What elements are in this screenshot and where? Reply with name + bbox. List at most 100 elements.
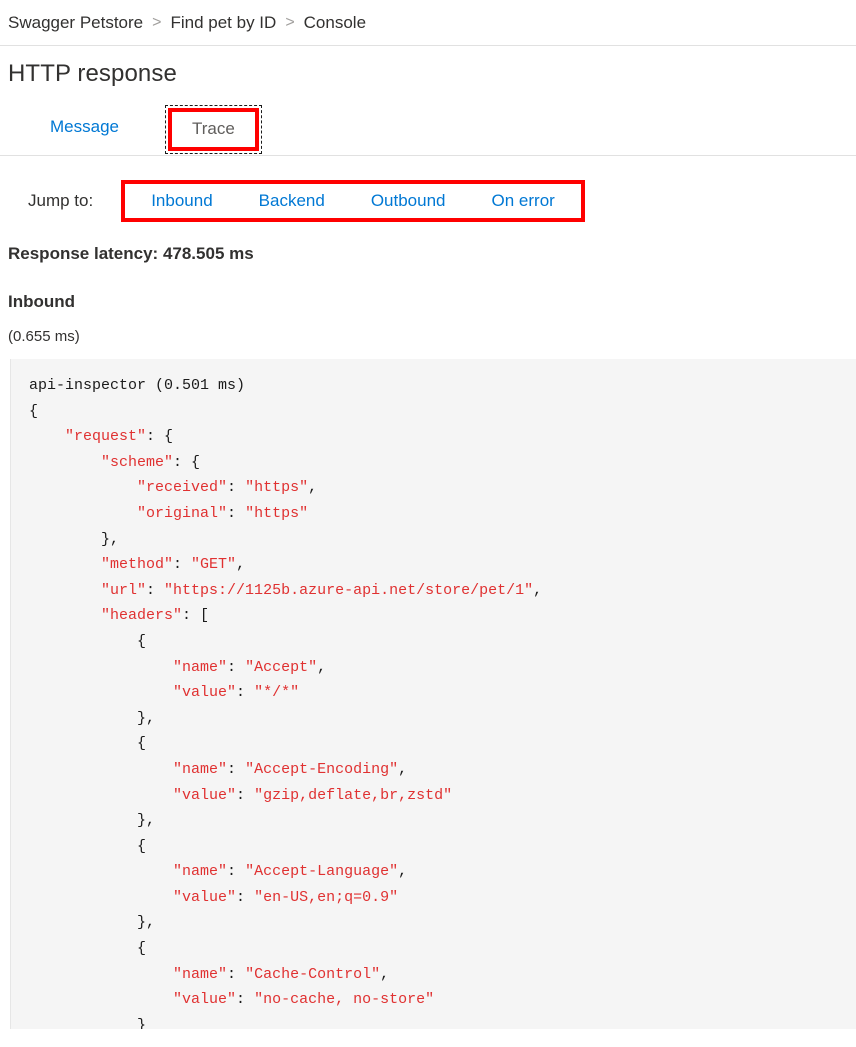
jump-to-label: Jump to: bbox=[28, 191, 93, 211]
http-response-page: Swagger Petstore > Find pet by ID > Cons… bbox=[0, 0, 856, 1047]
code-line: "url": "https://1125b.azure-api.net/stor… bbox=[29, 578, 856, 604]
section-title-inbound: Inbound bbox=[0, 292, 856, 312]
code-line: "received": "https", bbox=[29, 475, 856, 501]
code-line: { bbox=[29, 629, 856, 655]
code-token: }, bbox=[29, 812, 155, 829]
jump-to-row: Jump to: Inbound Backend Outbound On err… bbox=[0, 180, 856, 222]
code-token: , bbox=[317, 659, 326, 676]
code-token bbox=[29, 454, 101, 471]
code-token: "value" bbox=[173, 889, 236, 906]
code-token: : bbox=[236, 787, 254, 804]
code-token: { bbox=[29, 940, 146, 957]
code-token: { bbox=[29, 403, 38, 420]
code-token: "headers" bbox=[101, 607, 182, 624]
trace-code-block[interactable]: api-inspector (0.501 ms) { "request": { "… bbox=[10, 359, 856, 1029]
jump-link-backend[interactable]: Backend bbox=[243, 191, 341, 211]
code-token: : bbox=[146, 582, 164, 599]
response-tablist: Message Trace bbox=[0, 106, 856, 156]
code-token bbox=[29, 863, 173, 880]
code-token: , bbox=[533, 582, 542, 599]
code-line: "name": "Accept-Encoding", bbox=[29, 757, 856, 783]
code-token: "en-US,en;q=0.9" bbox=[254, 889, 398, 906]
code-token: "*/*" bbox=[254, 684, 299, 701]
code-line: "scheme": { bbox=[29, 450, 856, 476]
response-latency: Response latency: 478.505 ms bbox=[0, 244, 856, 264]
code-line: "value": "no-cache, no-store" bbox=[29, 987, 856, 1013]
code-line: "value": "en-US,en;q=0.9" bbox=[29, 885, 856, 911]
code-token: "name" bbox=[173, 863, 227, 880]
jump-to-links-highlight: Inbound Backend Outbound On error bbox=[121, 180, 585, 222]
page-title: HTTP response bbox=[0, 46, 856, 88]
code-token: } bbox=[29, 1017, 146, 1029]
code-token: : bbox=[173, 556, 191, 573]
code-token: "received" bbox=[137, 479, 227, 496]
code-token: "Accept" bbox=[245, 659, 317, 676]
code-token bbox=[29, 607, 101, 624]
code-token: : { bbox=[146, 428, 173, 445]
code-token: : [ bbox=[182, 607, 209, 624]
code-token: : { bbox=[173, 454, 200, 471]
breadcrumb-item-swagger-petstore[interactable]: Swagger Petstore bbox=[8, 13, 143, 33]
code-token: }, bbox=[29, 531, 119, 548]
code-token bbox=[29, 505, 137, 522]
code-token: "https" bbox=[245, 479, 308, 496]
code-line: "method": "GET", bbox=[29, 552, 856, 578]
code-token bbox=[29, 556, 101, 573]
code-token bbox=[29, 428, 65, 445]
code-token: : bbox=[236, 991, 254, 1008]
code-token: : bbox=[227, 761, 245, 778]
jump-link-inbound[interactable]: Inbound bbox=[135, 191, 228, 211]
code-token bbox=[29, 966, 173, 983]
code-line: "request": { bbox=[29, 424, 856, 450]
code-token: "value" bbox=[173, 684, 236, 701]
code-token bbox=[29, 479, 137, 496]
breadcrumb-item-console[interactable]: Console bbox=[304, 13, 366, 33]
code-token: api-inspector (0.501 ms) bbox=[29, 377, 245, 394]
code-token: "GET" bbox=[191, 556, 236, 573]
code-token: , bbox=[236, 556, 245, 573]
code-token: "Cache-Control" bbox=[245, 966, 380, 983]
jump-link-outbound[interactable]: Outbound bbox=[355, 191, 462, 211]
code-token: { bbox=[29, 838, 146, 855]
code-token: , bbox=[398, 761, 407, 778]
code-token: "value" bbox=[173, 787, 236, 804]
code-token: "url" bbox=[101, 582, 146, 599]
code-token: : bbox=[227, 863, 245, 880]
code-token: , bbox=[380, 966, 389, 983]
code-line: "value": "gzip,deflate,br,zstd" bbox=[29, 783, 856, 809]
code-line: { bbox=[29, 399, 856, 425]
tab-trace[interactable]: Trace bbox=[166, 106, 261, 153]
jump-link-on-error[interactable]: On error bbox=[476, 191, 571, 211]
code-token: : bbox=[227, 966, 245, 983]
section-duration-inbound: (0.655 ms) bbox=[0, 328, 856, 345]
code-line: }, bbox=[29, 910, 856, 936]
code-token: : bbox=[236, 684, 254, 701]
code-token: { bbox=[29, 633, 146, 650]
code-token: "https://1125b.azure-api.net/store/pet/1… bbox=[164, 582, 533, 599]
code-line: "name": "Accept-Language", bbox=[29, 859, 856, 885]
code-token: : bbox=[227, 479, 245, 496]
code-line: }, bbox=[29, 808, 856, 834]
breadcrumb: Swagger Petstore > Find pet by ID > Cons… bbox=[0, 0, 856, 46]
breadcrumb-item-find-pet-by-id[interactable]: Find pet by ID bbox=[170, 13, 276, 33]
code-token: "name" bbox=[173, 659, 227, 676]
code-token: : bbox=[236, 889, 254, 906]
code-line: api-inspector (0.501 ms) bbox=[29, 373, 856, 399]
code-token: , bbox=[308, 479, 317, 496]
tab-message[interactable]: Message bbox=[28, 106, 141, 148]
code-token: "value" bbox=[173, 991, 236, 1008]
code-line: } bbox=[29, 1013, 856, 1029]
code-line: "value": "*/*" bbox=[29, 680, 856, 706]
breadcrumb-separator-icon: > bbox=[285, 14, 294, 32]
code-line: }, bbox=[29, 527, 856, 553]
code-token bbox=[29, 582, 101, 599]
code-token: : bbox=[227, 659, 245, 676]
code-token bbox=[29, 889, 173, 906]
code-token bbox=[29, 761, 173, 778]
code-token bbox=[29, 787, 173, 804]
code-token: : bbox=[227, 505, 245, 522]
code-token: }, bbox=[29, 710, 155, 727]
code-token: { bbox=[29, 735, 146, 752]
code-token: "name" bbox=[173, 761, 227, 778]
code-token: "https" bbox=[245, 505, 308, 522]
